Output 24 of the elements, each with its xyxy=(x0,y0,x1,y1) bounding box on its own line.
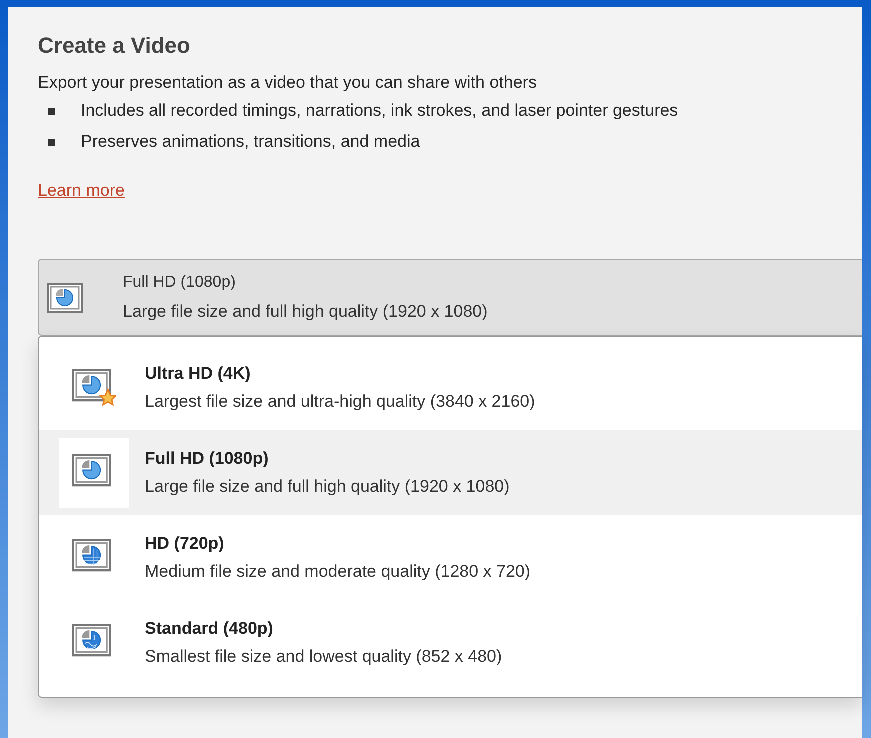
resolution-option[interactable]: Full HD (1080p) Large file size and full high quality (1920 x 1080) xyxy=(39,430,862,515)
learn-more-link[interactable]: Learn more xyxy=(38,181,125,201)
presentation-icon xyxy=(47,283,83,313)
resolution-option[interactable]: Ultra HD (4K) Largest file size and ultra-high quality (3840 x 2160) xyxy=(39,345,862,430)
bullet-icon xyxy=(48,108,55,114)
option-subtitle: Medium file size and moderate quality (1280 x 720) xyxy=(145,562,531,582)
dropdown-subtitle: Large file size and full high quality (1920 x 1080) xyxy=(123,302,488,322)
resolution-option[interactable]: HD (720p) Medium file size and moderate quality (1280 x 720) xyxy=(39,515,862,600)
option-subtitle: Smallest file size and lowest quality (852 x 480) xyxy=(145,646,502,666)
option-title: Standard (480p) xyxy=(145,618,274,638)
option-subtitle: Large file size and full high quality (1920 x 1080) xyxy=(145,476,510,496)
dropdown-title: Full HD (1080p) xyxy=(123,274,237,292)
bullet-text: Includes all recorded timings, narrations, ink strokes, and laser pointer gestures xyxy=(81,101,678,121)
option-subtitle: Largest file size and ultra-high quality (3840 x 2160) xyxy=(145,392,536,412)
bullet-text: Preserves animations, transitions, and media xyxy=(81,132,420,152)
resolution-dropdown[interactable]: Full HD (1080p) Large file size and full high quality (1920 x 1080) xyxy=(38,259,862,336)
option-title: HD (720p) xyxy=(145,534,226,554)
presentation-star-icon xyxy=(72,369,116,406)
resolution-option[interactable]: Standard (480p) Smallest file size and lowest quality (852 x 480) xyxy=(39,600,862,685)
description-text: Export your presentation as a video that you can share with others xyxy=(38,73,538,93)
section-heading: Create a Video xyxy=(38,33,192,59)
option-title: Ultra HD (4K) xyxy=(145,364,252,384)
option-title: Full HD (1080p) xyxy=(145,448,270,468)
bullet-icon xyxy=(48,138,55,146)
